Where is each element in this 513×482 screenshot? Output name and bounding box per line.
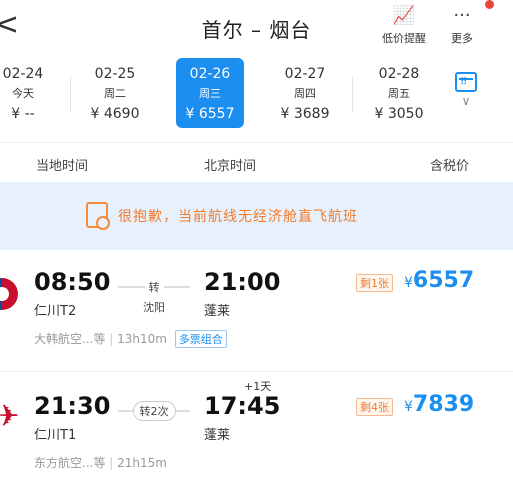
transfer-label: 转2次 [132, 401, 176, 421]
date-label: 02-26 [189, 66, 231, 82]
korean-air-logo-icon [0, 278, 18, 310]
transfer-label: 转 [144, 279, 164, 295]
date-price: ¥ 6557 [185, 106, 235, 122]
departure-airport: 仁川T2 [34, 304, 77, 319]
weekday-label: 周二 [104, 87, 126, 100]
departure-airport: 仁川T1 [34, 428, 77, 443]
price-value: 7839 [412, 392, 475, 417]
notification-dot [485, 0, 494, 9]
date-item[interactable]: 02-28 周五 ¥ 3050 [352, 58, 446, 128]
date-label: 02-27 [284, 66, 326, 82]
departure-time: 21:30 [34, 392, 111, 420]
no-direct-flight-notice: 很抱歉，当前航线无经济舱直飞航班 [0, 182, 513, 250]
more-button[interactable]: ··· 更多 [430, 0, 494, 46]
weekday-label: 周五 [388, 87, 410, 100]
weekday-label: 周四 [294, 87, 316, 100]
date-price: ¥ 3689 [280, 106, 330, 122]
flight-card[interactable]: 08:50 仁川T2 转 沈阳 21:00 蓬莱 剩1张 ¥6557 大韩航空.… [0, 252, 513, 372]
date-item[interactable]: 02-25 周二 ¥ 4690 [68, 58, 162, 128]
column-header-row: 当地时间 北京时间 含税价 [0, 142, 513, 182]
via-city: 沈阳 [143, 301, 165, 314]
transfer-info: 转 沈阳 [118, 276, 190, 315]
flight-price: ¥6557 [404, 268, 474, 293]
currency-symbol: ¥ [404, 275, 413, 291]
seats-remaining-badge: 剩1张 [356, 274, 393, 292]
flight-card[interactable]: ✈ 21:30 仁川T1 转2次 +1天 17:45 蓬莱 剩4张 ¥7839 … [0, 372, 513, 482]
more-label: 更多 [451, 32, 473, 45]
departure-time: 08:50 [34, 268, 111, 296]
flight-meta: 东方航空...等 | 21h15m [34, 456, 167, 470]
weekday-label: 今天 [12, 87, 34, 100]
price-alert-icon: 📈 [392, 5, 416, 26]
header: < 首尔 – 烟台 📈 低价提醒 ··· 更多 [0, 0, 513, 54]
multi-ticket-tag: 多票组合 [174, 330, 227, 348]
date-price: ¥ 3050 [374, 106, 424, 122]
flight-duration: 13h10m [117, 332, 167, 346]
date-price: ¥ 4690 [90, 106, 140, 122]
flight-meta: 大韩航空...等 | 13h10m 多票组合 [34, 330, 227, 348]
seats-remaining-badge: 剩4张 [356, 398, 393, 416]
airline-name: 大韩航空...等 [34, 332, 106, 346]
flight-duration: 21h15m [117, 456, 167, 470]
arrival-airport: 蓬莱 [204, 428, 231, 443]
local-time-label: 当地时间 [36, 159, 89, 174]
date-price: ¥ -- [11, 106, 35, 122]
date-label: 02-24 [2, 66, 44, 82]
price-value: 6557 [412, 268, 475, 293]
airline-name: 东方航空...等 [34, 456, 106, 470]
currency-symbol: ¥ [404, 399, 413, 415]
china-eastern-logo-icon: ✈ [0, 399, 20, 434]
tax-included-label: 含税价 [430, 159, 470, 174]
calendar-icon [455, 72, 477, 92]
price-alert-label: 低价提醒 [382, 32, 426, 45]
weekday-label: 周三 [199, 87, 221, 100]
date-item[interactable]: 02-27 周四 ¥ 3689 [258, 58, 352, 128]
date-item[interactable]: 02-24 今天 ¥ -- [0, 58, 70, 128]
arrival-time: 17:45 [204, 392, 281, 420]
date-label: 02-25 [94, 66, 136, 82]
notice-text: 很抱歉，当前航线无经济舱直飞航班 [118, 209, 358, 225]
search-document-icon [86, 202, 110, 230]
arrival-airport: 蓬莱 [204, 304, 231, 319]
chevron-down-icon: ∨ [461, 94, 471, 108]
date-label: 02-28 [378, 66, 420, 82]
beijing-time-label[interactable]: 北京时间 [204, 155, 256, 174]
price-alert-button[interactable]: 📈 低价提醒 [372, 4, 436, 46]
transfer-info: 转2次 [118, 400, 190, 421]
flight-price: ¥7839 [404, 392, 474, 417]
arrival-time: 21:00 [204, 268, 281, 296]
date-strip: 02-24 今天 ¥ -- 02-25 周二 ¥ 4690 02-26 周三 ¥… [0, 58, 513, 132]
date-item-selected[interactable]: 02-26 周三 ¥ 6557 [176, 58, 244, 128]
calendar-button[interactable]: ∨ [448, 72, 484, 108]
more-icon: ··· [453, 5, 471, 26]
